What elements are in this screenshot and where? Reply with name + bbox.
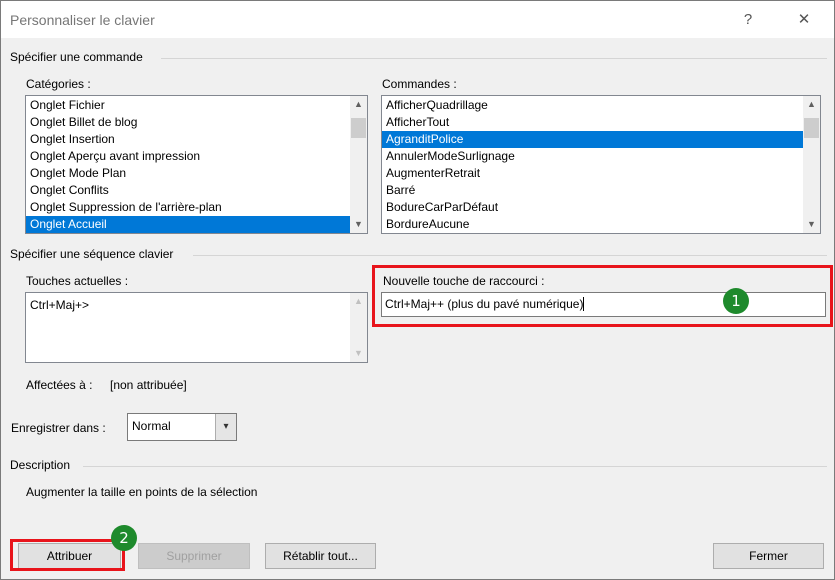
list-item[interactable]: AgranditPolice bbox=[382, 131, 803, 148]
categories-listbox[interactable]: Onglet Fichier Onglet Billet de blog Ongle… bbox=[25, 95, 368, 234]
commands-label: Commandes : bbox=[382, 77, 457, 91]
assigned-to-label: Affectées à : bbox=[26, 378, 93, 392]
current-keys-items: Ctrl+Maj+> bbox=[26, 293, 350, 362]
chevron-down-icon[interactable]: ▾ bbox=[215, 414, 236, 440]
save-in-value: Normal bbox=[132, 419, 171, 433]
scroll-down-icon[interactable]: ▼ bbox=[350, 345, 367, 362]
keyboard-group-title: Spécifier une séquence clavier bbox=[10, 247, 174, 261]
window-title: Personnaliser le clavier bbox=[10, 12, 155, 28]
list-item[interactable]: Onglet Suppression de l'arrière-plan bbox=[26, 199, 350, 216]
close-icon[interactable]: ✕ bbox=[790, 7, 818, 33]
scroll-up-icon[interactable]: ▲ bbox=[350, 96, 367, 113]
assigned-to-value: [non attribuée] bbox=[110, 378, 187, 392]
categories-items: Onglet Fichier Onglet Billet de blog Ongle… bbox=[26, 96, 350, 233]
new-shortcut-label: Nouvelle touche de raccourci : bbox=[383, 274, 545, 288]
list-item[interactable]: Onglet Fichier bbox=[26, 97, 350, 114]
list-item[interactable]: Onglet Aperçu avant impression bbox=[26, 148, 350, 165]
list-item[interactable]: Ctrl+Maj+> bbox=[26, 297, 350, 314]
new-shortcut-input[interactable]: Ctrl+Maj++ (plus du pavé numérique) bbox=[381, 292, 826, 317]
description-title: Description bbox=[10, 458, 71, 472]
list-item[interactable]: Barré bbox=[382, 182, 803, 199]
remove-button[interactable]: Supprimer bbox=[138, 543, 250, 569]
title-bar: Personnaliser le clavier ? ✕ bbox=[1, 1, 834, 38]
list-item[interactable]: AfficherTout bbox=[382, 114, 803, 131]
commands-scroll-thumb[interactable] bbox=[804, 118, 819, 138]
categories-label: Catégories : bbox=[26, 77, 91, 91]
keyboard-group-separator bbox=[193, 255, 827, 256]
description-separator bbox=[83, 466, 827, 467]
current-keys-label: Touches actuelles : bbox=[26, 274, 129, 288]
command-group-separator bbox=[161, 58, 827, 59]
step-badge-2: 2 bbox=[111, 525, 137, 551]
scroll-down-icon[interactable]: ▼ bbox=[350, 216, 367, 233]
scroll-up-icon[interactable]: ▲ bbox=[803, 96, 820, 113]
list-item[interactable]: Onglet Billet de blog bbox=[26, 114, 350, 131]
commands-listbox[interactable]: AfficherQuadrillage AfficherTout AgranditP… bbox=[381, 95, 821, 234]
list-item[interactable]: AfficherQuadrillage bbox=[382, 97, 803, 114]
new-shortcut-value: Ctrl+Maj++ (plus du pavé numérique) bbox=[385, 297, 584, 311]
list-item[interactable]: AnnulerModeSurlignage bbox=[382, 148, 803, 165]
commands-items: AfficherQuadrillage AfficherTout AgranditP… bbox=[382, 96, 803, 233]
description-text: Augmenter la taille en points de la séle… bbox=[26, 485, 258, 499]
current-keys-scrollbar[interactable]: ▲ ▼ bbox=[350, 293, 367, 362]
step-badge-1: 1 bbox=[723, 288, 749, 314]
save-in-label: Enregistrer dans : bbox=[11, 421, 106, 435]
scroll-down-icon[interactable]: ▼ bbox=[803, 216, 820, 233]
list-item[interactable]: BordureAucune bbox=[382, 216, 803, 233]
text-caret bbox=[583, 297, 585, 311]
list-item[interactable]: Onglet Mode Plan bbox=[26, 165, 350, 182]
commands-scrollbar[interactable]: ▲ ▼ bbox=[803, 96, 820, 233]
reset-all-button[interactable]: Rétablir tout... bbox=[265, 543, 376, 569]
save-in-select[interactable]: Normal ▾ bbox=[127, 413, 237, 441]
current-keys-listbox[interactable]: Ctrl+Maj+> ▲ ▼ bbox=[25, 292, 368, 363]
list-item[interactable]: Onglet Conflits bbox=[26, 182, 350, 199]
highlight-assign bbox=[10, 539, 125, 571]
categories-scroll-thumb[interactable] bbox=[351, 118, 366, 138]
scroll-up-icon[interactable]: ▲ bbox=[350, 293, 367, 310]
help-button[interactable]: ? bbox=[734, 7, 762, 33]
list-item[interactable]: Onglet Accueil bbox=[26, 216, 350, 233]
command-group-title: Spécifier une commande bbox=[10, 50, 143, 64]
list-item[interactable]: AugmenterRetrait bbox=[382, 165, 803, 182]
list-item[interactable]: Onglet Insertion bbox=[26, 131, 350, 148]
categories-scrollbar[interactable]: ▲ ▼ bbox=[350, 96, 367, 233]
customize-keyboard-dialog: Personnaliser le clavier ? ✕ Spécifier u… bbox=[0, 0, 835, 580]
list-item[interactable]: BodureCarParDéfaut bbox=[382, 199, 803, 216]
close-button[interactable]: Fermer bbox=[713, 543, 824, 569]
